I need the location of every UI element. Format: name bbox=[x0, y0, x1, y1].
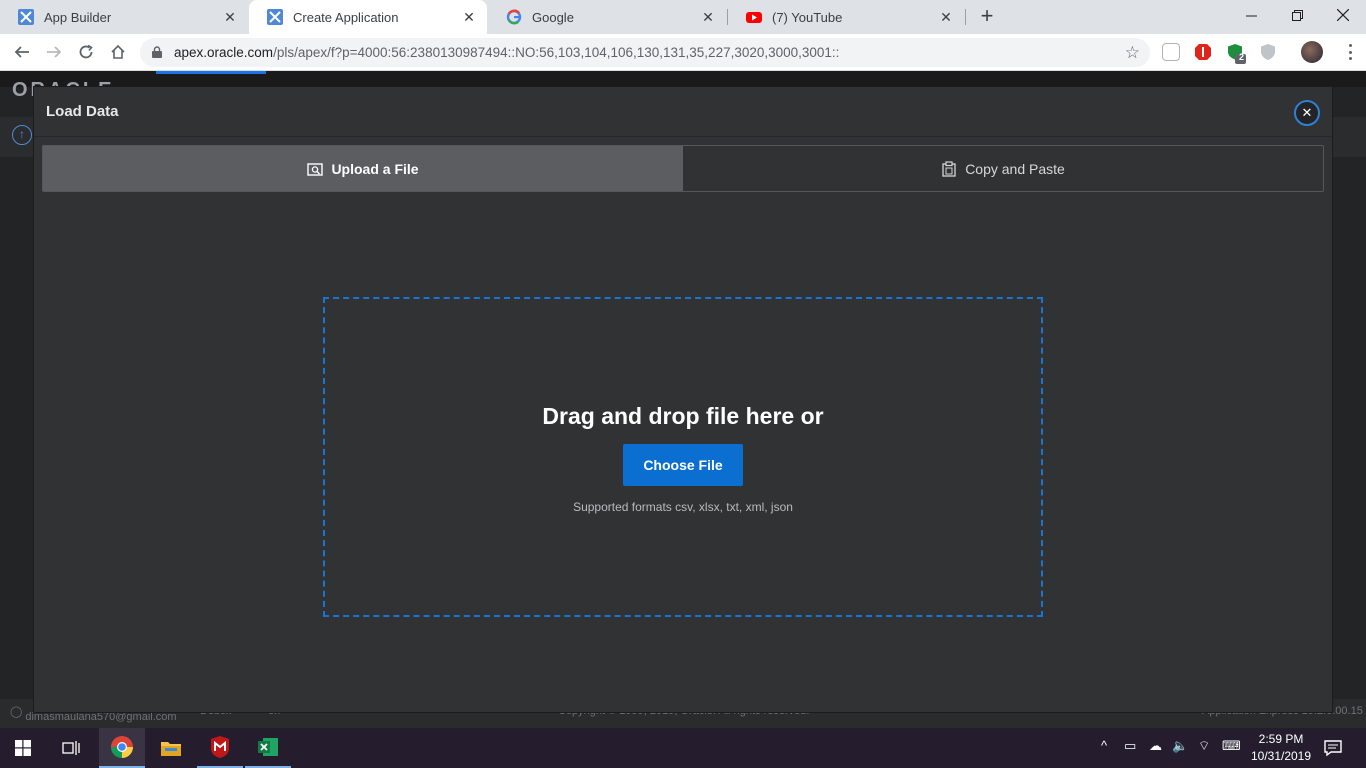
apex-icon bbox=[267, 9, 283, 25]
taskbar-clock[interactable]: 2:59 PM 10/31/2019 bbox=[1246, 731, 1316, 765]
tab-label: Create Application bbox=[293, 9, 399, 25]
reload-button[interactable] bbox=[74, 40, 98, 64]
profile-avatar[interactable] bbox=[1301, 41, 1323, 63]
tab-upload-a-file[interactable]: Upload a File bbox=[43, 146, 683, 191]
browser-tab-strip: App Builder ✕ Create Application ✕ Googl… bbox=[0, 0, 1366, 34]
mcafee-tray-icon[interactable]: ☁ bbox=[1149, 738, 1162, 754]
tab-google[interactable]: Google ✕ bbox=[488, 0, 726, 34]
folder-icon bbox=[161, 742, 181, 756]
home-icon bbox=[111, 44, 125, 59]
windows-logo-icon bbox=[15, 740, 31, 756]
taskbar-excel[interactable] bbox=[245, 728, 291, 768]
tab-youtube[interactable]: (7) YouTube ✕ bbox=[728, 0, 964, 34]
youtube-icon bbox=[746, 9, 762, 25]
close-tab-icon[interactable]: ✕ bbox=[938, 9, 954, 25]
volume-icon[interactable]: 🔈 bbox=[1172, 738, 1188, 754]
tab-label: Copy and Paste bbox=[965, 160, 1065, 177]
arrow-right-icon bbox=[47, 46, 62, 58]
tab-app-builder[interactable]: App Builder ✕ bbox=[0, 0, 248, 34]
restore-button[interactable] bbox=[1274, 0, 1320, 30]
apex-icon bbox=[18, 9, 34, 25]
clipboard-icon bbox=[941, 160, 957, 177]
lock-icon bbox=[152, 46, 162, 58]
adblock-icon[interactable] bbox=[1194, 43, 1212, 61]
task-view-icon bbox=[62, 741, 80, 755]
close-icon: ✕ bbox=[1301, 105, 1313, 120]
close-tab-icon[interactable]: ✕ bbox=[222, 9, 238, 25]
taskbar-chrome[interactable] bbox=[99, 728, 145, 768]
windows-taskbar: ^ ▭ ☁ 🔈 ⌔ ⌨ 2:59 PM 10/31/2019 bbox=[0, 728, 1366, 768]
back-button[interactable] bbox=[10, 40, 34, 64]
url-host: apex.oracle.com bbox=[174, 45, 274, 60]
google-icon bbox=[506, 9, 522, 25]
new-tab-button[interactable]: + bbox=[976, 5, 998, 29]
dropzone-title: Drag and drop file here or bbox=[542, 403, 824, 429]
excel-icon bbox=[258, 738, 278, 756]
tab-label: App Builder bbox=[44, 9, 112, 25]
tab-create-application[interactable]: Create Application ✕ bbox=[249, 0, 487, 34]
address-bar[interactable]: apex.oracle.com/pls/apex/f?p=4000:56:238… bbox=[140, 38, 1150, 67]
footer-user: ◯ dimasmaulana570@gmail.com bbox=[10, 706, 177, 723]
extension-badge: 2 bbox=[1239, 52, 1245, 62]
taskbar-file-explorer[interactable] bbox=[148, 728, 194, 768]
dialog-close-button[interactable]: ✕ bbox=[1294, 100, 1320, 126]
reload-icon bbox=[79, 44, 93, 59]
clock-time: 2:59 PM bbox=[1258, 732, 1304, 746]
bookmark-star-icon[interactable]: ☆ bbox=[1125, 43, 1140, 63]
start-button[interactable] bbox=[0, 728, 46, 768]
load-data-dialog: Load Data ✕ Upload a File Copy and Paste… bbox=[33, 86, 1333, 713]
privacy-badger-icon[interactable] bbox=[1259, 43, 1277, 61]
browser-toolbar: apex.oracle.com/pls/apex/f?p=4000:56:238… bbox=[0, 34, 1366, 71]
tray-overflow-icon[interactable]: ^ bbox=[1101, 738, 1107, 753]
supported-formats-text: Supported formats csv, xlsx, txt, xml, j… bbox=[573, 500, 793, 514]
tab-copy-and-paste[interactable]: Copy and Paste bbox=[683, 146, 1323, 191]
battery-icon[interactable]: ▭ bbox=[1124, 738, 1136, 754]
upload-circle-icon[interactable]: ↑ bbox=[12, 125, 32, 145]
minimize-button[interactable] bbox=[1228, 0, 1274, 30]
action-center-button[interactable] bbox=[1310, 728, 1356, 768]
tab-label: Google bbox=[532, 9, 574, 25]
file-dropzone[interactable]: Drag and drop file here or Choose File S… bbox=[323, 297, 1043, 617]
mcafee-shield-icon bbox=[211, 736, 229, 758]
upload-file-icon bbox=[307, 161, 324, 177]
apex-active-tab-indicator bbox=[156, 71, 266, 74]
forward-button[interactable] bbox=[42, 40, 66, 64]
chrome-icon bbox=[111, 736, 133, 758]
load-method-tabs: Upload a File Copy and Paste bbox=[42, 145, 1324, 192]
keyboard-icon[interactable]: ⌨ bbox=[1222, 738, 1241, 754]
close-tab-icon[interactable]: ✕ bbox=[461, 9, 477, 25]
taskbar-mcafee[interactable] bbox=[197, 728, 243, 768]
close-tab-icon[interactable]: ✕ bbox=[700, 9, 716, 25]
url-path: /pls/apex/f?p=4000:56:2380130987494::NO:… bbox=[273, 45, 840, 60]
tab-label: (7) YouTube bbox=[772, 9, 843, 25]
browser-menu-button[interactable] bbox=[1340, 42, 1360, 62]
task-view-button[interactable] bbox=[48, 728, 94, 768]
tab-separator bbox=[965, 9, 966, 25]
wifi-icon[interactable]: ⌔ bbox=[1198, 738, 1210, 754]
shield-extension-icon[interactable]: 2 bbox=[1226, 43, 1246, 64]
arrow-left-icon bbox=[14, 46, 29, 58]
url-text: apex.oracle.com/pls/apex/f?p=4000:56:238… bbox=[174, 45, 839, 60]
home-button[interactable] bbox=[106, 40, 130, 64]
tab-label: Upload a File bbox=[331, 160, 419, 177]
dialog-divider bbox=[34, 136, 1332, 137]
extension-icon[interactable] bbox=[1162, 43, 1180, 61]
notification-icon bbox=[1324, 740, 1342, 757]
close-window-button[interactable] bbox=[1320, 0, 1366, 30]
clock-date: 10/31/2019 bbox=[1250, 749, 1312, 763]
dialog-title: Load Data bbox=[46, 103, 119, 120]
choose-file-button[interactable]: Choose File bbox=[623, 444, 743, 486]
